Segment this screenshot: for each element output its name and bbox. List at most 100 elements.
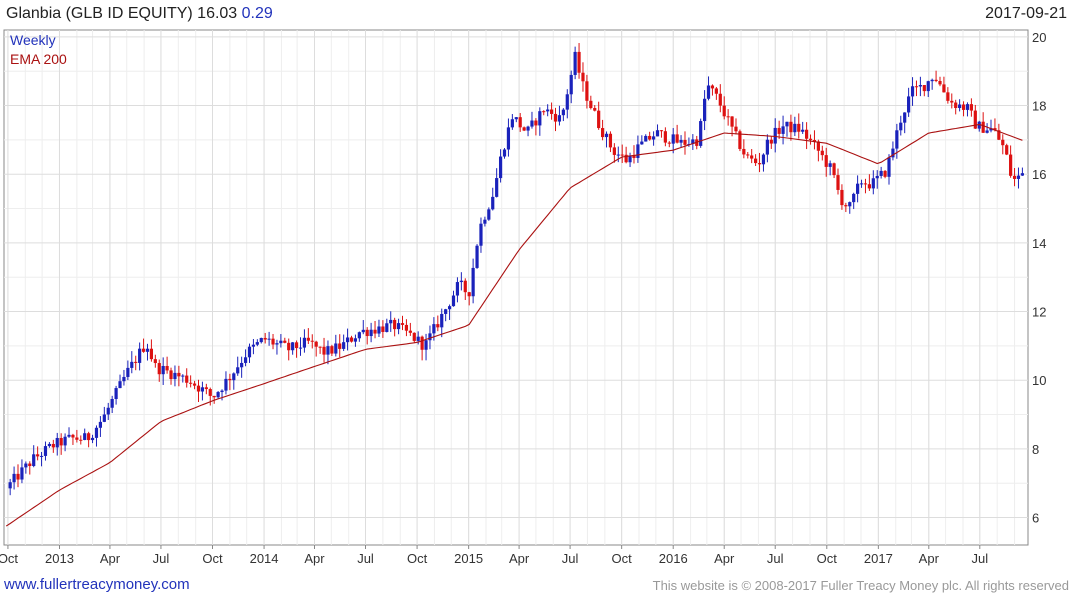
candle-body [122, 376, 126, 382]
candle-body [597, 110, 601, 129]
candle-body [106, 407, 110, 415]
candle-body [593, 108, 597, 111]
candle-body [338, 343, 342, 349]
candle-body [600, 128, 605, 138]
candle-body [612, 147, 616, 155]
candle-body [255, 342, 259, 345]
y-tick-label: 10 [1032, 373, 1046, 388]
candle-body [495, 178, 499, 197]
x-tick-label: Apr [509, 551, 530, 566]
candle-body [985, 130, 989, 133]
candle-body [844, 205, 848, 207]
candle-body [828, 163, 832, 167]
candle-body [345, 337, 350, 343]
candle-body [192, 383, 197, 386]
candle-body [808, 138, 813, 141]
candle-body [557, 115, 562, 122]
candle-body [47, 443, 51, 447]
candle-body [479, 223, 483, 246]
candle-body [310, 340, 314, 342]
x-tick-label: Oct [817, 551, 838, 566]
candle-body [400, 323, 405, 325]
candle-body [291, 342, 295, 351]
candle-body [228, 378, 232, 381]
candle-body [852, 193, 856, 203]
candle-body [90, 437, 95, 441]
candle-body [765, 139, 769, 155]
x-tick-label: Oct [0, 551, 18, 566]
candle-body [342, 342, 346, 349]
candle-body [141, 348, 146, 352]
candle-body [83, 433, 87, 440]
candle-body [981, 121, 985, 133]
x-tick-label: Jul [153, 551, 170, 566]
candle-body [722, 105, 726, 117]
candle-body [36, 454, 40, 457]
candle-body [659, 130, 664, 132]
candle-body [75, 437, 79, 440]
candle-body [12, 473, 16, 483]
candle-body [16, 473, 20, 480]
candle-body [451, 295, 456, 307]
candle-body [220, 390, 224, 393]
candle-body [604, 133, 609, 138]
candle-body [883, 170, 887, 177]
candle-body [734, 126, 738, 132]
x-tick-label: 2013 [45, 551, 74, 566]
candle-body [51, 443, 55, 448]
candle-body [436, 324, 440, 328]
candle-body [793, 123, 797, 133]
candle-body [848, 202, 852, 207]
candle-body [914, 86, 919, 88]
candle-body [871, 178, 875, 189]
candle-body [651, 136, 656, 140]
candle-body [1001, 139, 1005, 146]
candle-body [773, 127, 777, 144]
candle-body [385, 323, 389, 332]
candle-body [55, 437, 59, 448]
candle-body [565, 94, 569, 110]
candle-body [369, 329, 373, 337]
candle-body [703, 98, 707, 122]
x-tick-label: 2017 [864, 551, 893, 566]
candle-body [224, 378, 228, 391]
candle-body [863, 183, 868, 185]
candle-body [32, 454, 36, 467]
candle-body [801, 129, 805, 132]
x-tick-label: Oct [612, 551, 633, 566]
candle-body [416, 336, 420, 341]
candle-body [204, 387, 208, 390]
candle-body [67, 434, 71, 437]
site-link[interactable]: www.fullertreacymoney.com [4, 576, 190, 593]
candle-body [389, 319, 393, 324]
candle-body [836, 175, 840, 190]
candle-body [679, 139, 683, 143]
candle-body [498, 156, 503, 179]
candle-body [412, 332, 416, 341]
candle-body [271, 338, 275, 345]
candle-body [714, 88, 718, 94]
x-tick-label: 2015 [454, 551, 483, 566]
candle-body [87, 433, 91, 441]
candle-body [361, 329, 365, 333]
candle-body [867, 184, 871, 189]
candle-body [969, 104, 973, 111]
x-tick-label: 2014 [250, 551, 279, 566]
candle-body [585, 81, 589, 101]
candle-body [903, 112, 907, 123]
x-tick-label: Apr [714, 551, 735, 566]
candle-body [334, 343, 338, 354]
candle-body [487, 209, 491, 220]
candle-body [506, 127, 511, 150]
candle-body [910, 86, 915, 97]
candle-body [644, 135, 648, 142]
candle-body [169, 370, 173, 380]
candle-body [432, 324, 436, 334]
candle-body [114, 388, 118, 399]
candle-body [20, 467, 24, 480]
candle-body [510, 119, 514, 128]
candle-body [769, 139, 773, 144]
candle-body [710, 85, 715, 89]
candle-body [573, 51, 577, 75]
candle-body [153, 359, 157, 364]
